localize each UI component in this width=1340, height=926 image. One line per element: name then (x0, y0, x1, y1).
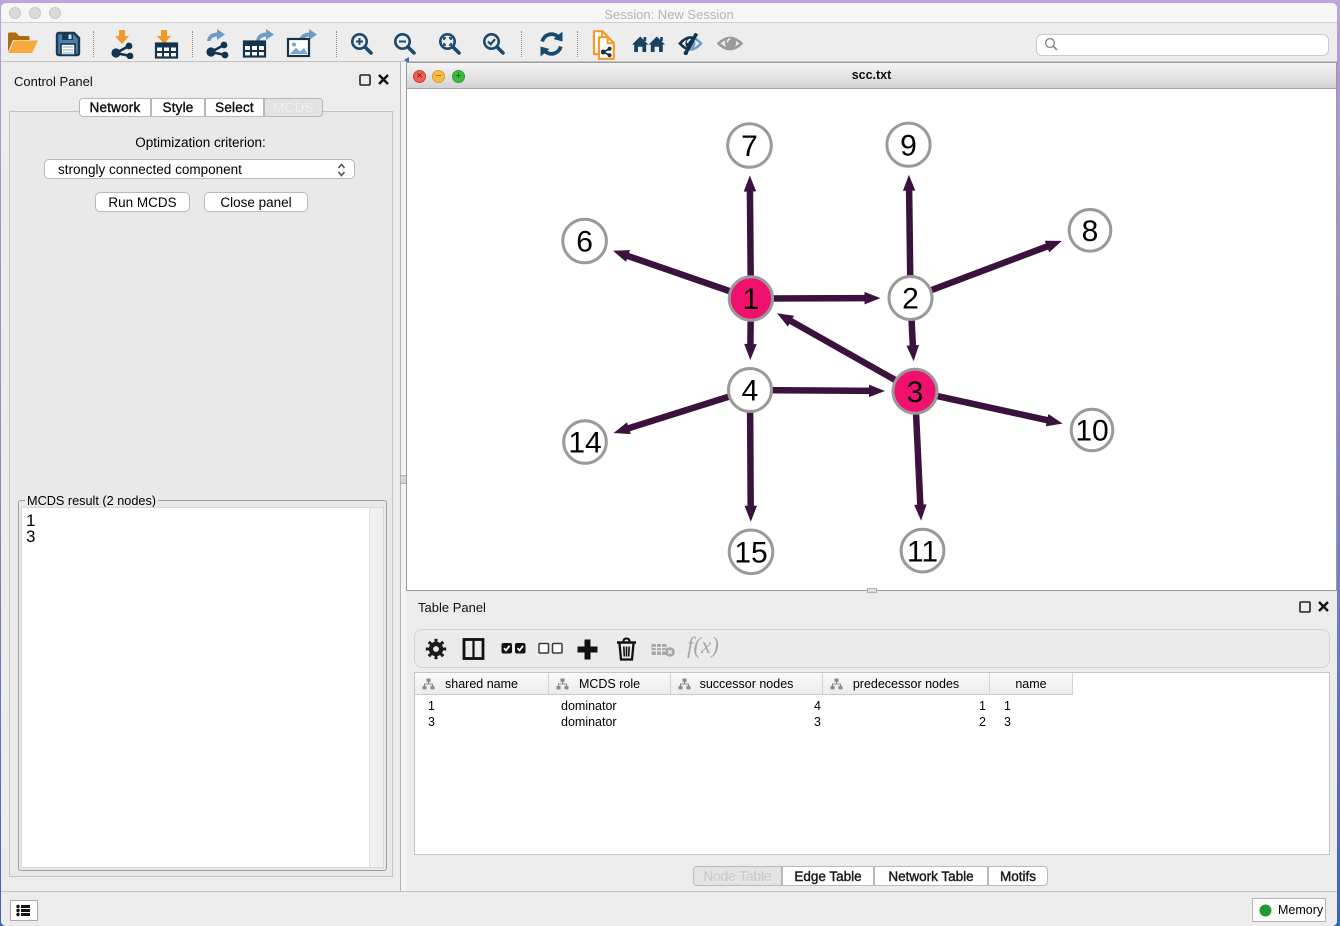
svg-text:10: 10 (1075, 415, 1108, 448)
svg-text:6: 6 (576, 226, 593, 259)
svg-text:3: 3 (907, 376, 924, 409)
svg-text:11: 11 (907, 535, 938, 568)
svg-text:2: 2 (902, 283, 919, 316)
svg-text:8: 8 (1082, 215, 1099, 248)
svg-text:7: 7 (741, 130, 758, 163)
svg-text:14: 14 (568, 427, 601, 460)
svg-text:1: 1 (743, 283, 760, 316)
svg-text:9: 9 (900, 129, 917, 162)
svg-text:4: 4 (742, 375, 759, 408)
svg-text:15: 15 (734, 537, 767, 570)
